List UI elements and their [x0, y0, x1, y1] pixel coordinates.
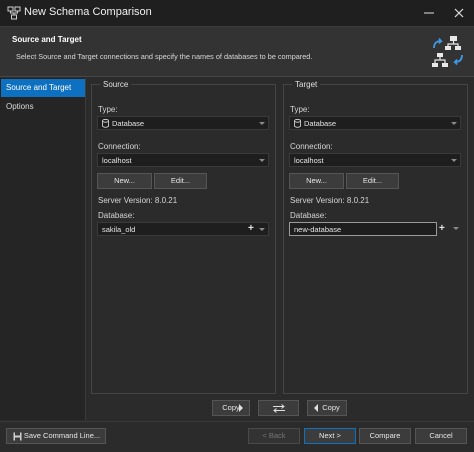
add-database-icon[interactable]: + — [248, 224, 254, 234]
chevron-down-icon — [451, 122, 457, 125]
source-connection-label: Connection: — [98, 142, 141, 151]
cancel-button[interactable]: Cancel — [415, 428, 467, 444]
source-connection-select[interactable]: localhost — [97, 153, 269, 167]
minimize-icon — [424, 12, 434, 14]
target-connection-select[interactable]: localhost — [289, 153, 461, 167]
nav-item-options[interactable]: Options — [1, 98, 85, 116]
database-icon — [102, 119, 109, 128]
swap-button[interactable] — [258, 400, 299, 416]
save-command-line-button[interactable]: Save Command Line... — [6, 428, 106, 444]
source-edit-button[interactable]: Edit... — [154, 173, 207, 189]
title-bar: New Schema Comparison — [0, 0, 474, 27]
floppy-disk-icon — [13, 432, 22, 441]
chevron-down-icon — [259, 159, 265, 162]
target-database-label: Database: — [290, 211, 327, 220]
source-database-select[interactable]: sakila_old + — [97, 222, 269, 236]
chevron-down-icon — [259, 228, 265, 231]
source-type-value: Database — [112, 119, 145, 128]
database-icon — [294, 119, 301, 128]
minimize-button[interactable] — [414, 0, 444, 27]
page-description: Select Source and Target connections and… — [16, 52, 313, 61]
target-database-dropdown[interactable] — [449, 222, 461, 236]
swap-icon — [273, 404, 285, 413]
page-title: Source and Target — [12, 35, 82, 44]
source-new-button[interactable]: New... — [97, 173, 152, 189]
target-edit-button[interactable]: Edit... — [346, 173, 399, 189]
close-icon — [454, 8, 464, 18]
source-type-select[interactable]: Database — [97, 116, 269, 130]
copy-to-target-button[interactable]: Copy — [212, 400, 250, 416]
wizard-nav: Source and Target Options — [0, 78, 86, 420]
copy-to-source-button[interactable]: Copy — [307, 400, 347, 416]
target-group: Target — [283, 80, 468, 394]
chevron-down-icon — [453, 227, 459, 230]
wizard-header: Source and Target Select Source and Targ… — [0, 27, 474, 77]
source-connection-value: localhost — [102, 156, 132, 165]
back-button[interactable]: < Back — [248, 428, 300, 444]
target-connection-label: Connection: — [290, 142, 333, 151]
schema-compare-icon — [7, 6, 21, 20]
chevron-down-icon — [451, 159, 457, 162]
window-title: New Schema Comparison — [24, 6, 152, 18]
target-new-button[interactable]: New... — [289, 173, 344, 189]
save-command-line-label: Save Command Line... — [23, 431, 101, 440]
compare-button[interactable]: Compare — [359, 428, 411, 444]
source-server-version: Server Version: 8.0.21 — [98, 196, 178, 205]
target-server-version: Server Version: 8.0.21 — [290, 196, 370, 205]
target-type-select[interactable]: Database — [289, 116, 461, 130]
target-database-input[interactable]: new-database — [289, 222, 437, 236]
source-database-label: Database: — [98, 211, 135, 220]
target-database-value: new-database — [294, 225, 342, 234]
nav-item-source-and-target[interactable]: Source and Target — [1, 79, 85, 97]
arrow-right-icon — [239, 404, 243, 412]
target-type-label: Type: — [290, 105, 310, 114]
next-button[interactable]: Next > — [304, 428, 356, 444]
target-type-value: Database — [304, 119, 337, 128]
source-type-label: Type: — [98, 105, 118, 114]
source-group-title: Source — [100, 80, 132, 89]
chevron-down-icon — [259, 122, 265, 125]
arrow-left-icon — [314, 404, 318, 412]
source-group: Source — [91, 80, 276, 394]
target-group-title: Target — [292, 80, 321, 89]
close-button[interactable] — [444, 0, 474, 27]
add-database-icon[interactable]: + — [439, 224, 445, 234]
schema-compare-swap-icon — [432, 36, 463, 67]
footer-divider — [0, 421, 474, 422]
target-connection-value: localhost — [294, 156, 324, 165]
source-database-value: sakila_old — [102, 225, 136, 234]
